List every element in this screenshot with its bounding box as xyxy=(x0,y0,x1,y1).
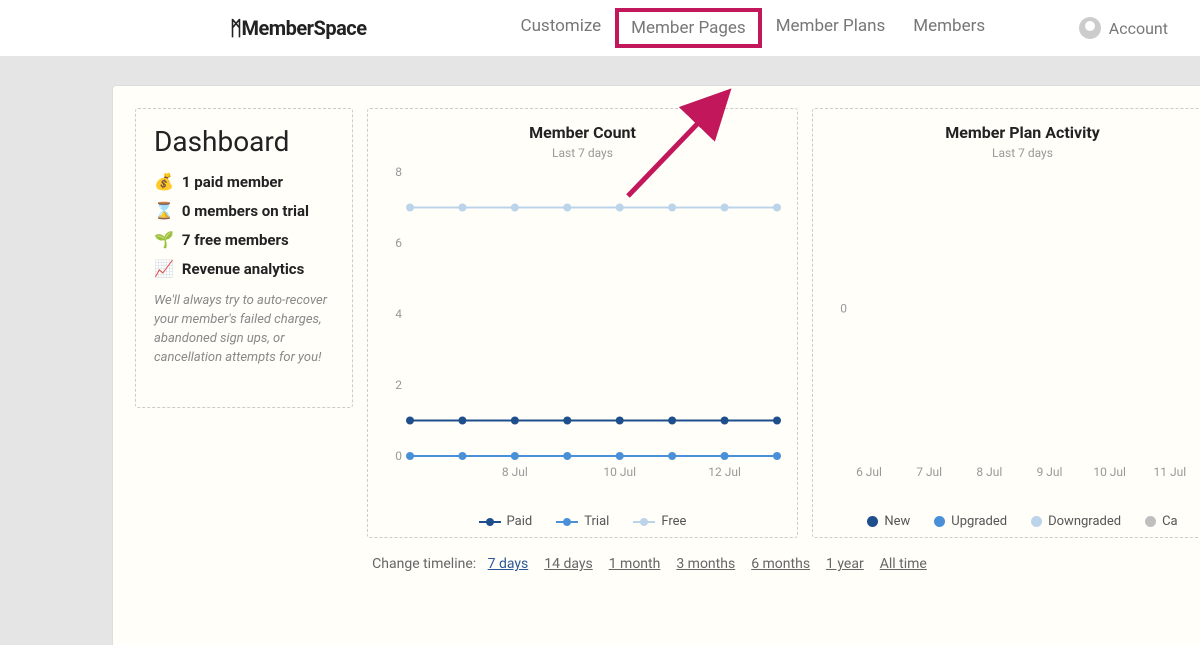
member-count-card: Member Count Last 7 days 0 2 4 6 8 8 Jul 10 Ju… xyxy=(367,108,798,538)
brand-text: MemberSpace xyxy=(242,16,367,40)
member-count-subtitle: Last 7 days xyxy=(380,146,785,160)
account-menu[interactable]: Account xyxy=(1079,17,1168,39)
main-nav: Customize Member Pages Member Plans Memb… xyxy=(507,8,1000,48)
nav-member-pages[interactable]: Member Pages xyxy=(615,8,762,48)
dashboard-card: Dashboard 💰 1 paid member ⌛ 0 members on t… xyxy=(135,108,353,408)
dashboard-note: We'll always try to auto-recover your me… xyxy=(154,292,334,367)
legend-item[interactable]: Free xyxy=(633,514,686,529)
plan-activity-title: Member Plan Activity xyxy=(825,123,1200,142)
timeline-option[interactable]: 3 months xyxy=(676,556,735,572)
money-bag-icon: 💰 xyxy=(154,172,174,191)
timeline-option[interactable]: All time xyxy=(880,556,927,572)
timeline-label: Change timeline: xyxy=(372,556,476,572)
svg-text:8 Jul: 8 Jul xyxy=(502,465,528,479)
svg-text:11 Jul: 11 Jul xyxy=(1154,465,1187,479)
member-count-plot: 0 2 4 6 8 8 Jul 10 Jul 12 Jul xyxy=(380,166,785,504)
svg-text:0: 0 xyxy=(395,449,402,463)
seedling-icon: 🌱 xyxy=(154,230,174,249)
svg-text:6 Jul: 6 Jul xyxy=(856,465,882,479)
svg-text:10 Jul: 10 Jul xyxy=(1093,465,1126,479)
svg-text:8 Jul: 8 Jul xyxy=(976,465,1002,479)
timeline-option[interactable]: 1 month xyxy=(609,556,661,572)
avatar-icon xyxy=(1079,17,1101,39)
stat-revenue-link[interactable]: 📈 Revenue analytics xyxy=(154,259,334,278)
legend-item[interactable]: Trial xyxy=(556,514,609,529)
plan-activity-legend: New Upgraded Downgraded Ca xyxy=(825,514,1200,529)
legend-item[interactable]: Upgraded xyxy=(934,514,1007,529)
nav-customize[interactable]: Customize xyxy=(507,8,616,48)
member-count-legend: Paid Trial Free xyxy=(380,514,785,529)
timeline-option[interactable]: 1 year xyxy=(826,556,864,572)
page-body: Dashboard 💰 1 paid member ⌛ 0 members on t… xyxy=(112,85,1200,645)
stat-free-text: 7 free members xyxy=(182,231,289,249)
svg-text:0: 0 xyxy=(840,301,847,315)
plan-activity-plot: 06 Jul7 Jul8 Jul9 Jul10 Jul11 Jul12 Jul xyxy=(825,166,1200,504)
top-nav-bar: ᛗMemberSpace Customize Member Pages Memb… xyxy=(0,0,1200,57)
svg-text:10 Jul: 10 Jul xyxy=(603,465,636,479)
chart-icon: 📈 xyxy=(154,259,174,278)
svg-text:12 Jul: 12 Jul xyxy=(708,465,741,479)
member-count-title: Member Count xyxy=(380,123,785,142)
svg-text:8: 8 xyxy=(395,166,402,179)
stat-trial: ⌛ 0 members on trial xyxy=(154,201,334,220)
stat-free: 🌱 7 free members xyxy=(154,230,334,249)
plan-activity-card: Member Plan Activity Last 7 days 0 6 Jul 7… xyxy=(812,108,1200,538)
svg-text:4: 4 xyxy=(395,307,402,321)
brand-logo: ᛗMemberSpace xyxy=(230,16,367,41)
stat-revenue-text: Revenue analytics xyxy=(182,260,304,278)
nav-member-plans[interactable]: Member Plans xyxy=(762,8,900,48)
legend-item[interactable]: Downgraded xyxy=(1031,514,1121,529)
svg-text:2: 2 xyxy=(395,378,402,392)
stat-trial-text: 0 members on trial xyxy=(182,202,309,220)
dashboard-title: Dashboard xyxy=(154,125,334,158)
svg-text:9 Jul: 9 Jul xyxy=(1037,465,1063,479)
svg-text:7 Jul: 7 Jul xyxy=(916,465,942,479)
hourglass-icon: ⌛ xyxy=(154,201,174,220)
stat-paid-text: 1 paid member xyxy=(182,173,283,191)
timeline-selector: Change timeline: 7 days 14 days 1 month 3 m… xyxy=(135,556,1200,572)
legend-item[interactable]: Paid xyxy=(479,514,533,529)
stat-paid: 💰 1 paid member xyxy=(154,172,334,191)
timeline-option[interactable]: 6 months xyxy=(751,556,810,572)
svg-text:6: 6 xyxy=(395,236,402,250)
account-label: Account xyxy=(1109,19,1168,38)
plan-activity-subtitle: Last 7 days xyxy=(825,146,1200,160)
nav-members[interactable]: Members xyxy=(899,8,999,48)
legend-item[interactable]: Ca xyxy=(1145,514,1178,529)
legend-item[interactable]: New xyxy=(867,514,910,529)
timeline-option[interactable]: 14 days xyxy=(544,556,592,572)
timeline-option[interactable]: 7 days xyxy=(488,556,529,572)
